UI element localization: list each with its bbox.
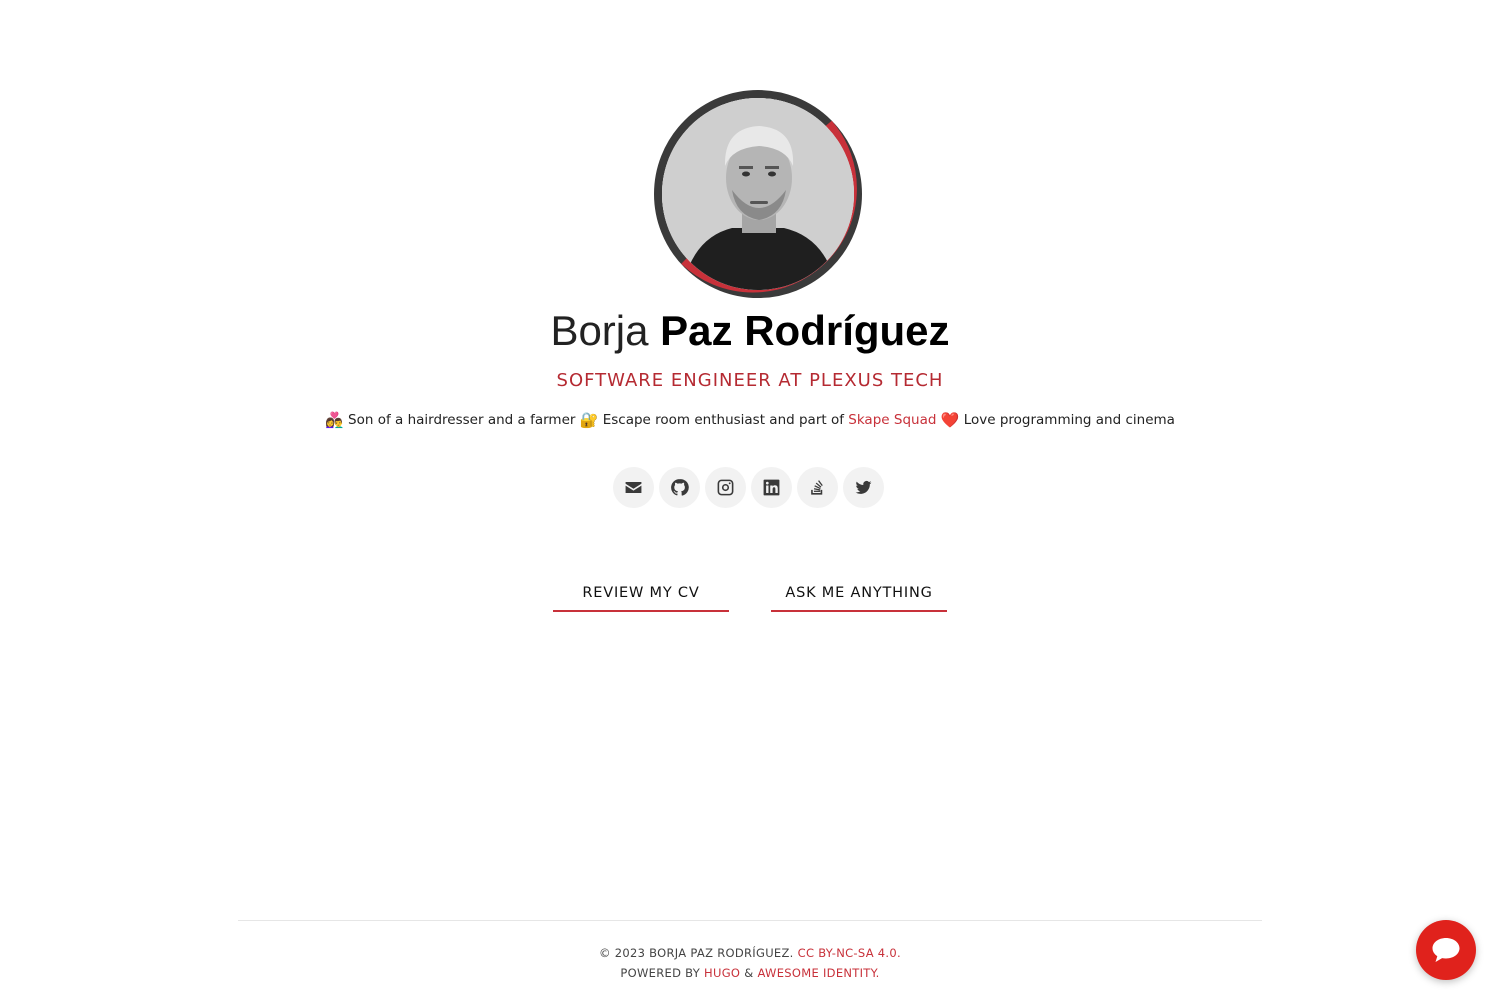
avatar [654, 90, 862, 298]
twitter-icon [855, 481, 872, 494]
lock-emoji: 🔐 [579, 411, 599, 429]
chat-button[interactable] [1416, 920, 1476, 980]
twitter-link[interactable] [843, 467, 884, 508]
last-name: Paz Rodríguez [660, 307, 950, 354]
hugo-link[interactable]: HUGO [704, 966, 740, 980]
linkedin-icon [763, 479, 780, 496]
skape-squad-link[interactable]: Skape Squad [848, 412, 936, 428]
linkedin-link[interactable] [751, 467, 792, 508]
email-link[interactable] [613, 467, 654, 508]
stackoverflow-link[interactable] [797, 467, 838, 508]
envelope-icon [625, 481, 642, 494]
bio-part-3: Love programming and cinema [963, 412, 1175, 428]
theme-suffix: . [875, 966, 880, 980]
ampersand: & [744, 966, 754, 980]
social-links [613, 467, 884, 508]
github-icon [671, 479, 689, 496]
first-name: Borja [550, 307, 649, 354]
profile-photo [662, 98, 854, 290]
bio-part-1: Son of a hairdresser and a farmer [348, 412, 576, 428]
review-cv-button[interactable]: REVIEW MY CV [553, 578, 729, 612]
couple-emoji: 👩‍❤️‍👨 [325, 411, 344, 429]
copyright-text: © 2023 BORJA PAZ RODRÍGUEZ. [599, 946, 794, 960]
profile-name: Borja Paz Rodríguez [0, 306, 1500, 356]
instagram-link[interactable] [705, 467, 746, 508]
chat-bubble-icon [1432, 938, 1460, 962]
powered-by-text: POWERED BY [620, 966, 701, 980]
github-link[interactable] [659, 467, 700, 508]
footer-powered-line: POWERED BY HUGO & AWESOME IDENTITY. [0, 963, 1500, 983]
footer-copyright-line: © 2023 BORJA PAZ RODRÍGUEZ. CC BY-NC-SA … [0, 943, 1500, 963]
page: Borja Paz Rodríguez SOFTWARE ENGINEER AT… [0, 0, 1500, 1000]
stackoverflow-icon [811, 480, 823, 495]
bio: 👩‍❤️‍👨 Son of a hairdresser and a farmer… [0, 411, 1500, 429]
theme-link[interactable]: AWESOME IDENTITY [758, 966, 876, 980]
ask-me-anything-button[interactable]: ASK ME ANYTHING [771, 578, 947, 612]
instagram-icon [717, 479, 734, 496]
portrait-illustration [662, 98, 854, 290]
bio-part-2: Escape room enthusiast and part of [602, 412, 844, 428]
license-suffix: . [897, 946, 901, 960]
license-link[interactable]: CC BY-NC-SA 4.0 [798, 946, 897, 960]
footer: © 2023 BORJA PAZ RODRÍGUEZ. CC BY-NC-SA … [0, 943, 1500, 983]
job-title: SOFTWARE ENGINEER AT PLEXUS TECH [556, 370, 944, 391]
heart-emoji: ❤️ [940, 411, 960, 429]
footer-divider [238, 920, 1262, 921]
